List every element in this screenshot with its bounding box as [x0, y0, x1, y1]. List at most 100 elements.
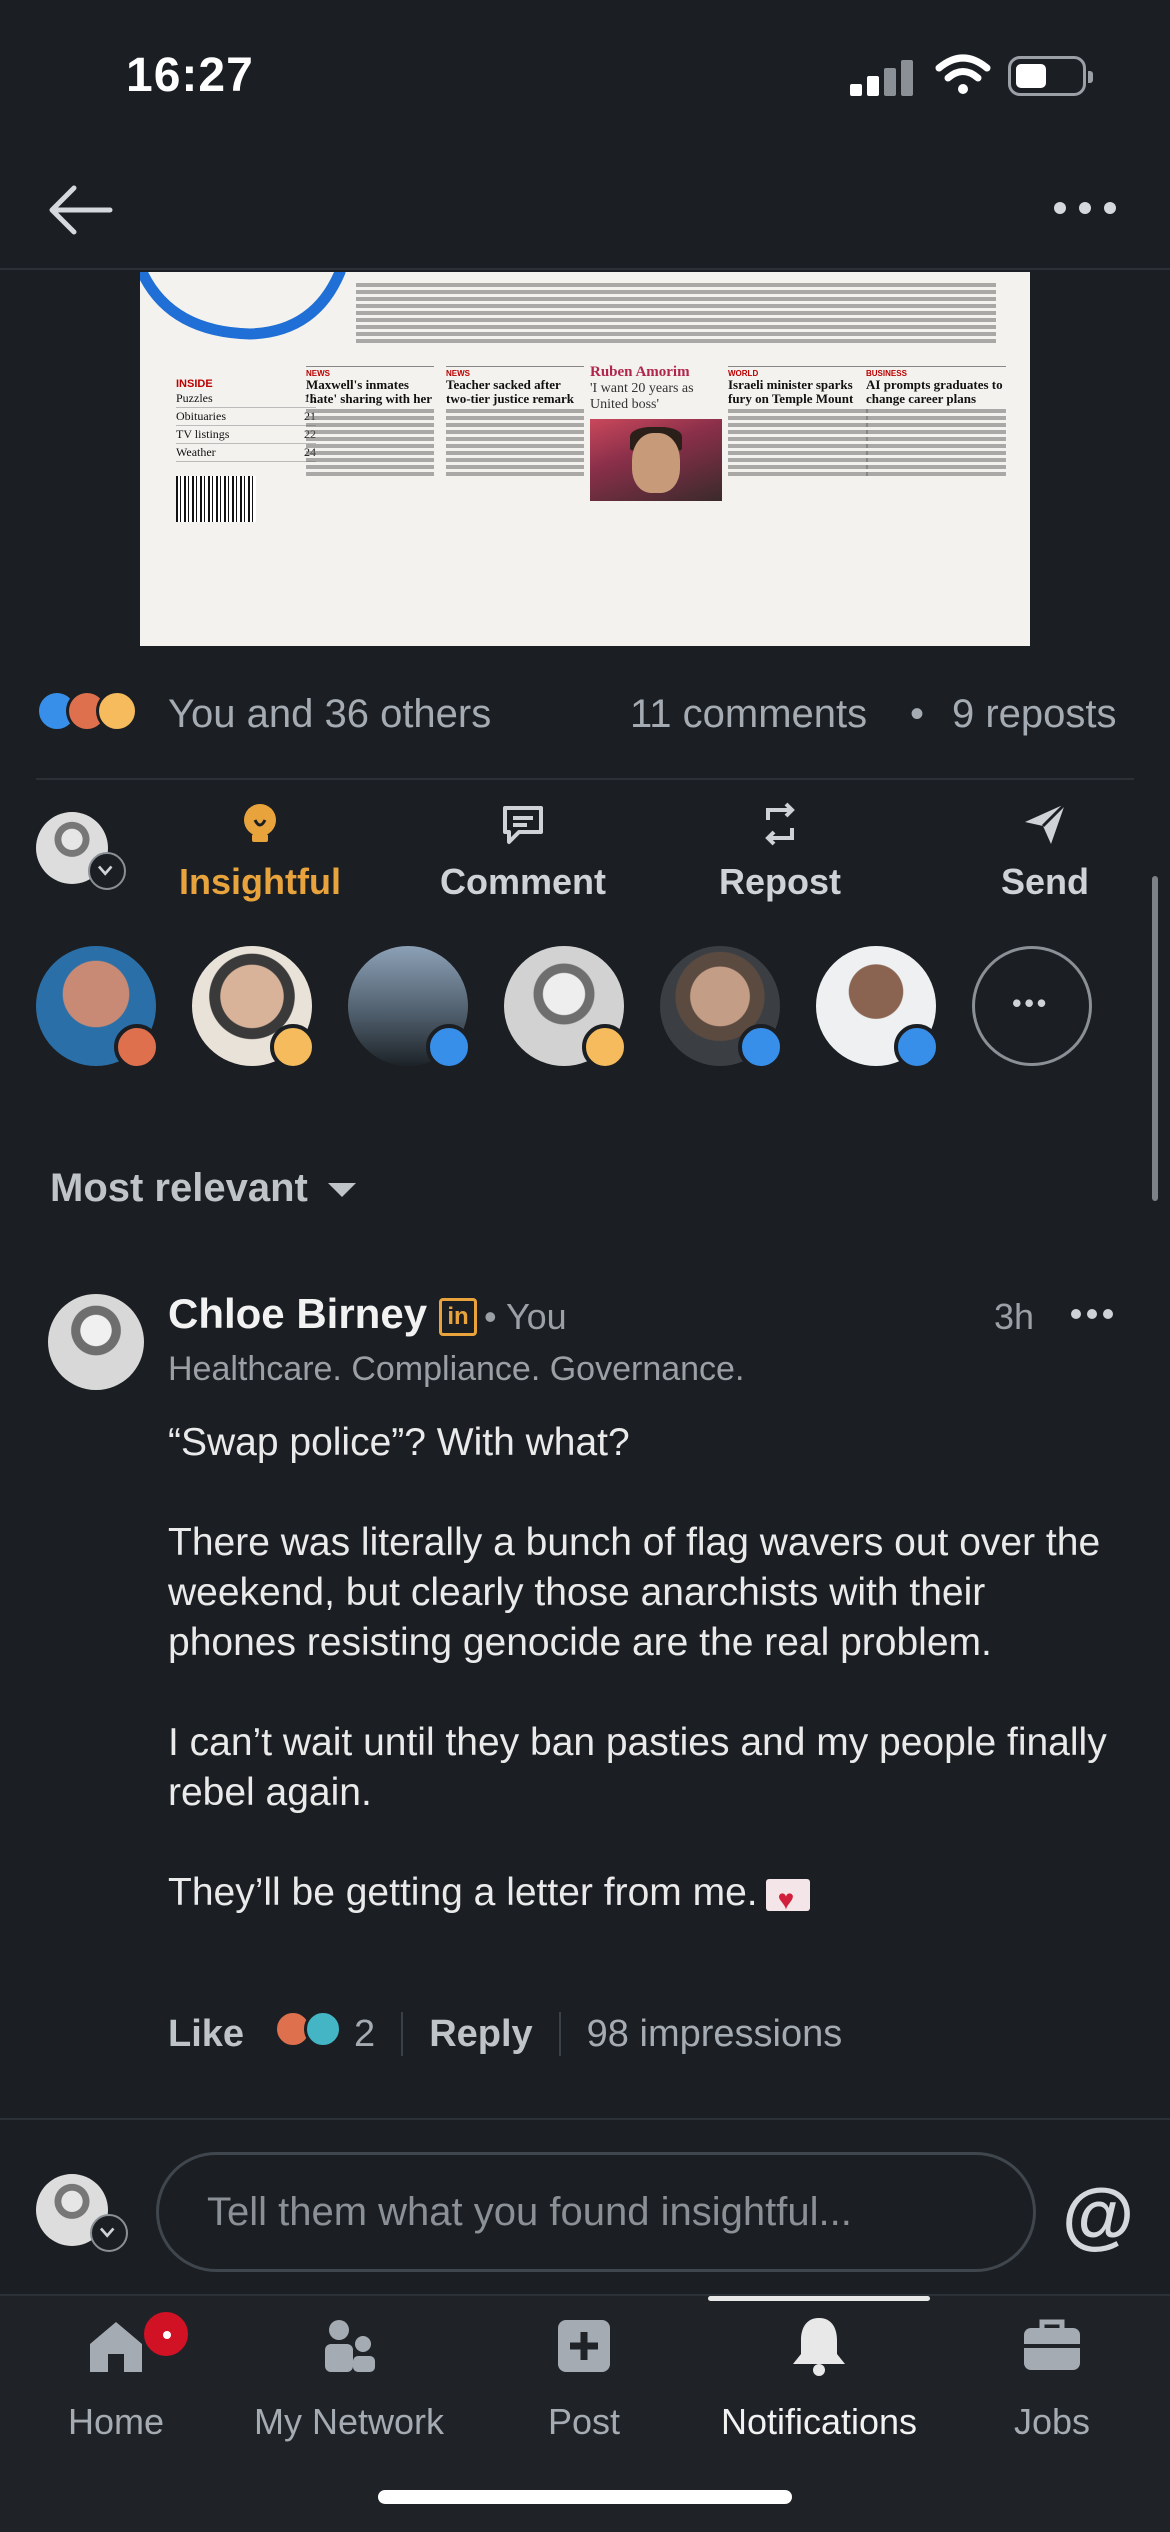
avatar[interactable] [348, 946, 472, 1070]
arrow-left-icon[interactable] [44, 180, 116, 240]
like-reaction-icon [426, 1024, 472, 1070]
comment-icon [503, 806, 543, 844]
insightful-button[interactable]: Insightful [170, 800, 350, 903]
top-nav [0, 150, 1170, 270]
sort-dropdown[interactable]: Most relevant [50, 1166, 356, 1211]
tab-label: My Network [253, 2401, 445, 2442]
article-maxwell: NEWS Maxwell's inmates 'hate' sharing wi… [306, 362, 434, 646]
comment-button[interactable]: Comment [428, 800, 618, 903]
comments-count[interactable]: 11 comments [630, 692, 867, 737]
tab-label: Home [67, 2401, 165, 2442]
insightful-reaction-icon [582, 1024, 628, 1070]
ellipsis-icon [1013, 999, 1046, 1007]
comment-author[interactable]: Chloe Birney in [168, 1290, 478, 1338]
avatar[interactable] [504, 946, 628, 1070]
avatar[interactable] [36, 946, 160, 1070]
bell-icon [793, 2318, 845, 2376]
tab-post[interactable]: Post [469, 2314, 699, 2443]
article-israel: WORLD Israeli minister sparks fury on Te… [728, 362, 868, 646]
divider [401, 2012, 404, 2056]
scrollbar[interactable] [1152, 876, 1158, 1201]
tab-label: Notifications [720, 2401, 918, 2442]
barcode [176, 476, 256, 522]
comment-paragraph: There was literally a bunch of flag wave… [168, 1521, 1101, 1664]
comment-paragraph: “Swap police”? With what? [168, 1421, 630, 1464]
reply-button[interactable]: Reply [429, 2013, 532, 2056]
love-reaction-icon [114, 1024, 160, 1070]
ellipsis-icon[interactable] [1070, 1304, 1114, 1324]
wifi-icon [935, 54, 991, 94]
linkedin-badge-icon: in [439, 1297, 478, 1336]
comment-reaction-count: 2 [354, 2012, 376, 2055]
article-ai: BUSINESS AI prompts graduates to change … [866, 362, 1006, 646]
inside-index: INSIDE Puzzles16 Obituaries21 TV listing… [176, 372, 316, 646]
tab-jobs[interactable]: Jobs [937, 2314, 1167, 2443]
avatar[interactable] [192, 946, 316, 1070]
inside-row: TV listings 22 [176, 426, 316, 444]
tab-notifications[interactable]: Notifications [704, 2314, 934, 2443]
reaction-icons [36, 690, 156, 734]
you-label: • You [484, 1296, 567, 1337]
article-amorim: Ruben Amorim 'I want 20 years as United … [590, 364, 728, 646]
inside-row: Obituaries21 [176, 408, 316, 426]
avatar[interactable] [48, 1294, 144, 1390]
ellipsis-icon[interactable] [1050, 188, 1120, 228]
post-image[interactable]: INSIDE Puzzles16 Obituaries21 TV listing… [140, 272, 1030, 646]
comment-paragraph: I can’t wait until they ban pasties and … [168, 1721, 1107, 1814]
comment-label: Comment [439, 861, 606, 902]
tab-my-network[interactable]: My Network [234, 2314, 464, 2443]
comment-reactions[interactable] [274, 2010, 343, 2058]
repost-label: Repost [718, 861, 841, 902]
impressions-count[interactable]: 98 impressions [587, 2013, 843, 2056]
separator-dot: • [910, 692, 925, 736]
cellular-signal-icon [850, 56, 916, 96]
avatar[interactable] [816, 946, 940, 1070]
insightful-label: Insightful [179, 861, 341, 902]
mention-icon[interactable]: @ [1062, 2172, 1134, 2257]
send-button[interactable]: Send [970, 800, 1120, 903]
funny-reaction-icon [304, 2010, 343, 2048]
briefcase-icon [1024, 2319, 1080, 2370]
home-icon [90, 2322, 142, 2372]
comment-body: “Swap police”? With what? There was lite… [168, 1418, 1118, 1968]
like-reaction-icon [894, 1024, 940, 1070]
reposts-count[interactable]: 9 reposts [952, 692, 1117, 737]
more-reactors-button[interactable] [972, 946, 1092, 1066]
home-indicator[interactable] [378, 2490, 792, 2504]
plus-square-icon [558, 2320, 610, 2372]
repost-button[interactable]: Repost [700, 800, 860, 903]
reply-bar: @ [0, 2118, 1170, 2298]
like-reaction-icon [738, 1024, 784, 1070]
lightbulb-icon [244, 804, 276, 842]
comment-time: 3h [994, 1296, 1035, 1337]
insightful-reaction-icon [270, 1024, 316, 1070]
send-icon [1025, 802, 1067, 844]
love-letter-emoji [765, 1875, 810, 1925]
status-bar: 16:27 [0, 0, 1170, 150]
active-tab-indicator [708, 2296, 930, 2301]
avatar[interactable] [660, 946, 784, 1070]
chevron-down-icon[interactable] [90, 2214, 128, 2252]
reactions-people-text[interactable]: You and 36 others [168, 692, 491, 737]
chevron-down-icon[interactable] [88, 852, 126, 890]
divider [36, 778, 1134, 780]
network-icon [325, 2320, 375, 2372]
tab-label: Jobs [1013, 2401, 1091, 2442]
caret-down-icon [327, 1183, 356, 1198]
status-time: 16:27 [126, 49, 254, 102]
inside-row: Puzzles 16 [176, 390, 316, 408]
like-button[interactable]: Like [168, 2013, 244, 2056]
inside-label: INSIDE [176, 378, 213, 390]
reactions-summary[interactable]: You and 36 others 11 comments • 9 repost… [0, 680, 1170, 750]
comment-paragraph: They’ll be getting a letter from me. [168, 1868, 1118, 1925]
inside-row: Weather24 [176, 444, 316, 462]
reactor-avatars [0, 946, 1170, 1076]
tab-home[interactable]: Home [1, 2314, 231, 2443]
battery-icon [1008, 56, 1093, 96]
reply-input[interactable] [156, 2152, 1036, 2272]
insightful-reaction-icon [96, 690, 138, 732]
post-action-bar: Insightful Comment Repost Send [0, 790, 1170, 910]
sort-label: Most relevant [50, 1166, 308, 1210]
comment-author-headline: Healthcare. Compliance. Governance. [168, 1350, 745, 1388]
repost-icon [765, 802, 795, 846]
